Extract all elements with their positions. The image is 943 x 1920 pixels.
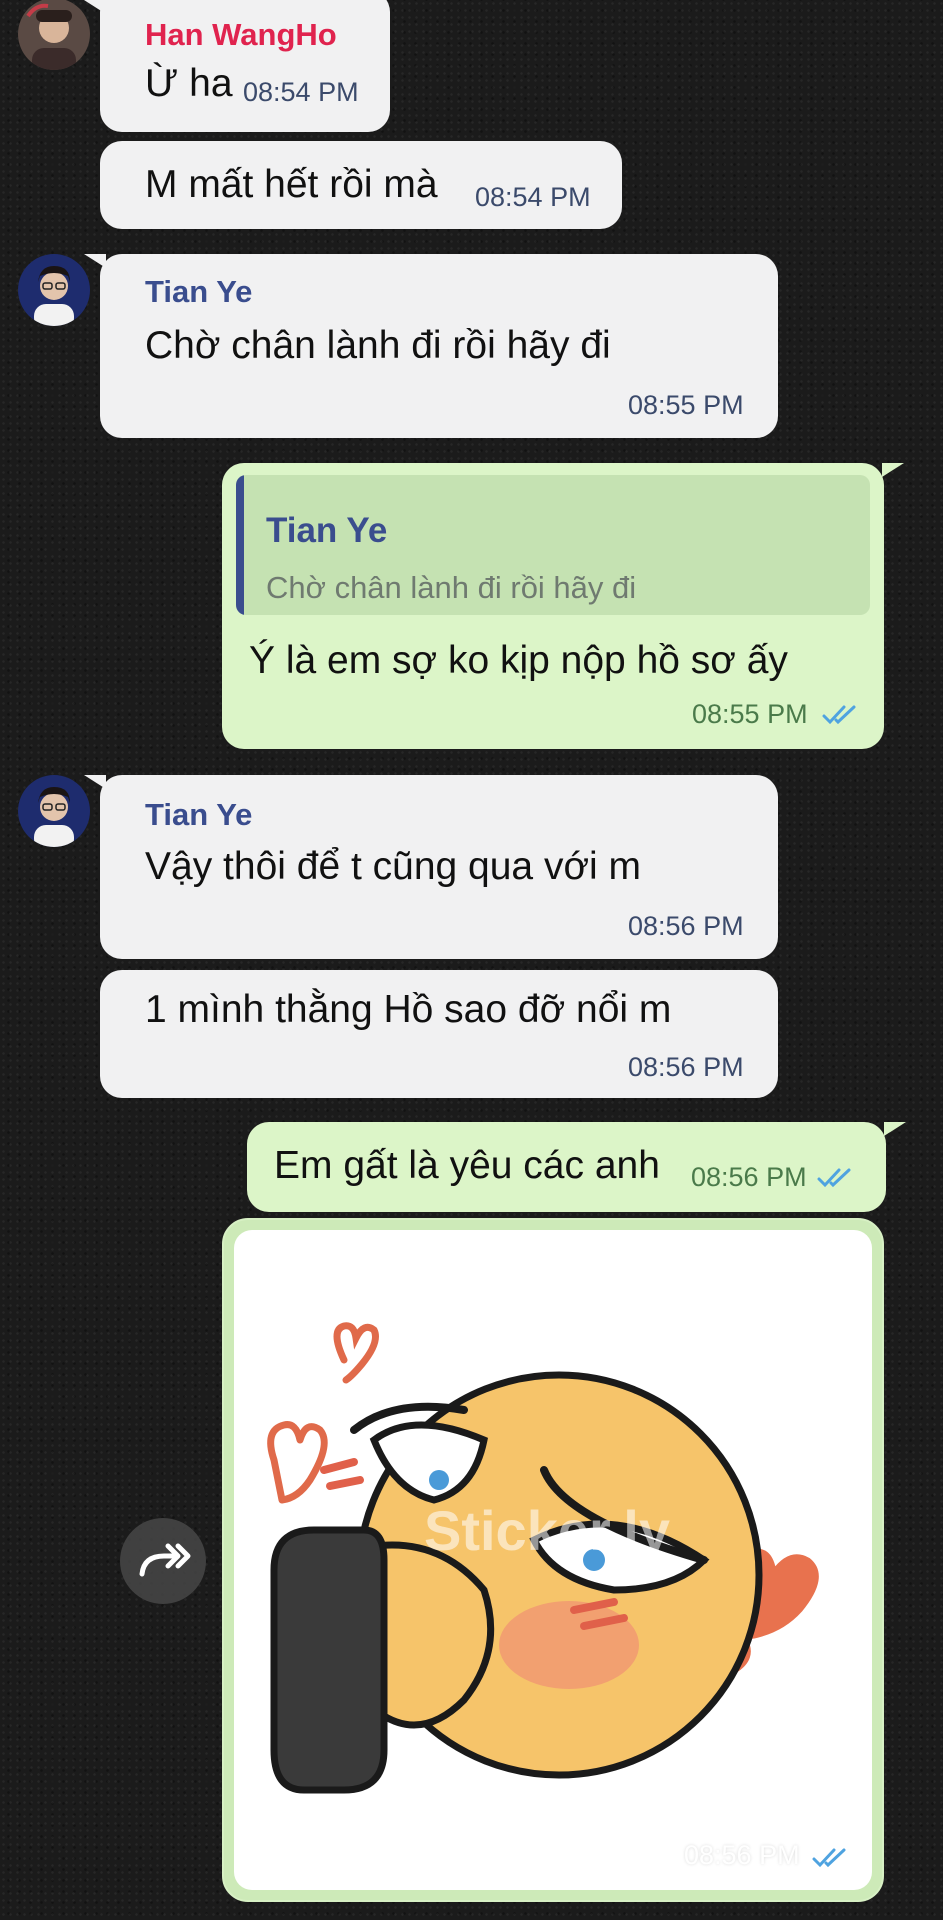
- double-check-icon: [822, 705, 856, 725]
- avatar-tian-ye[interactable]: [18, 775, 90, 847]
- message-text: Em gất là yêu các anh: [274, 1144, 660, 1187]
- message-bubble[interactable]: Tian Ye Chờ chân lành đi rồi hãy đi Ý là…: [222, 463, 884, 749]
- sender-name[interactable]: Han WangHo: [145, 17, 337, 53]
- reply-sender: Tian Ye: [266, 511, 388, 550]
- message-bubble[interactable]: Han WangHo Ừ ha 08:54 PM: [100, 0, 390, 132]
- message-text: M mất hết rồi mà: [145, 163, 438, 206]
- message-time: 08:55 PM: [628, 390, 744, 420]
- bubble-tail: [882, 463, 904, 477]
- reply-text: Chờ chân lành đi rồi hãy đi: [266, 570, 637, 605]
- double-check-icon: [817, 1168, 851, 1188]
- reply-preview[interactable]: Tian Ye Chờ chân lành đi rồi hãy đi: [236, 475, 870, 615]
- sender-name[interactable]: Tian Ye: [145, 274, 252, 310]
- avatar-image: [18, 0, 90, 70]
- message-time: 08:54 PM: [475, 182, 591, 212]
- message-time: 08:56 PM: [628, 1052, 744, 1082]
- message-time: 08:56 PM: [691, 1162, 807, 1192]
- message-text: Chờ chân lành đi rồi hãy đi: [145, 324, 611, 367]
- message-time: 08:54 PM: [243, 77, 359, 107]
- avatar-image: [18, 775, 90, 847]
- message-text: Ừ ha: [145, 62, 233, 105]
- sticker-canvas: Sticker.ly: [234, 1230, 872, 1890]
- sticker-message[interactable]: Sticker.ly 08:56 PM: [222, 1218, 884, 1902]
- forward-button[interactable]: [120, 1518, 206, 1604]
- bubble-tail: [884, 1122, 906, 1136]
- blushing-emoji-with-phone-sticker: Sticker.ly: [267, 1322, 819, 1794]
- message-text: Vậy thôi để t cũng qua với m: [145, 845, 642, 888]
- message-text: 1 mình thằng Hồ sao đỡ nổi m: [145, 988, 672, 1031]
- message-bubble[interactable]: M mất hết rồi mà 08:54 PM: [100, 141, 622, 229]
- message-time: 08:55 PM: [692, 699, 808, 729]
- message-bubble[interactable]: Tian Ye Chờ chân lành đi rồi hãy đi 08:5…: [100, 254, 778, 438]
- message-text: Ý là em sợ ko kịp nộp hồ sơ ấy: [249, 639, 788, 682]
- message-bubble[interactable]: Em gất là yêu các anh 08:56 PM: [247, 1122, 886, 1212]
- message-time: 08:56 PM: [628, 911, 744, 941]
- message-bubble[interactable]: Tian Ye Vậy thôi để t cũng qua với m 08:…: [100, 775, 778, 959]
- avatar-image: [18, 254, 90, 326]
- message-time: 08:56 PM: [684, 1840, 800, 1870]
- message-bubble[interactable]: 1 mình thằng Hồ sao đỡ nổi m 08:56 PM: [100, 970, 778, 1098]
- avatar-han-wangho[interactable]: [18, 0, 90, 70]
- avatar-tian-ye[interactable]: [18, 254, 90, 326]
- svg-text:Sticker.ly: Sticker.ly: [424, 1499, 670, 1562]
- double-check-icon: [812, 1848, 846, 1868]
- reply-accent-bar: [236, 475, 244, 615]
- forward-arrow-icon: [139, 1543, 191, 1577]
- sender-name[interactable]: Tian Ye: [145, 797, 252, 833]
